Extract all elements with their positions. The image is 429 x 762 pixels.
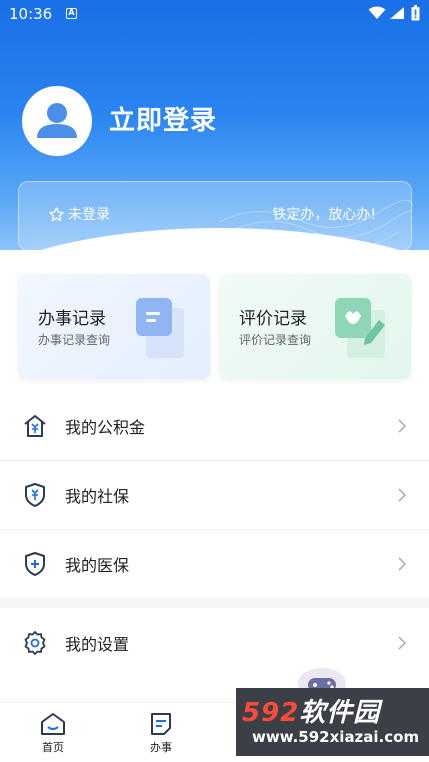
gear-icon	[24, 630, 46, 655]
menu-housing-fund-label: 我的公积金	[65, 417, 146, 437]
house-yuan-icon	[24, 414, 46, 437]
chevron-right-icon	[398, 418, 407, 433]
evaluation-record-subtitle: 评价记录查询	[239, 333, 312, 347]
avatar[interactable]	[22, 86, 92, 156]
evaluation-record-title: 评价记录	[239, 309, 307, 329]
notification-a-icon: A	[66, 8, 77, 19]
status-bar: 10:36 A	[0, 0, 429, 30]
shield-yuan-icon	[25, 482, 45, 507]
shield-plus-icon	[25, 551, 45, 576]
wifi-icon	[368, 6, 386, 19]
chevron-right-icon	[398, 556, 407, 571]
menu-housing-fund[interactable]: 我的公积金	[0, 391, 429, 460]
signal-icon	[390, 7, 404, 19]
menu-settings-label: 我的设置	[65, 634, 130, 654]
home-icon	[41, 713, 65, 735]
document-list-icon	[136, 298, 184, 358]
watermark-banner: 592软件园 www.592xiazai.com	[236, 688, 429, 756]
chevron-right-icon	[398, 635, 407, 650]
menu-medical-insurance[interactable]: 我的医保	[0, 529, 429, 598]
watermark-url: www.592xiazai.com	[252, 728, 420, 746]
evaluation-edit-icon	[335, 298, 385, 358]
menu-medical-insurance-label: 我的医保	[65, 555, 130, 575]
watermark-brand: 592软件园	[242, 692, 380, 729]
nav-services-label: 办事	[150, 741, 172, 754]
chevron-right-icon	[398, 487, 407, 502]
section-gap	[0, 598, 429, 608]
user-silhouette-icon	[37, 103, 77, 138]
watermark-brand-text: 软件园	[299, 698, 381, 728]
watermark-brand-number: 592	[242, 698, 300, 728]
nav-home[interactable]: 首页	[18, 711, 88, 755]
service-record-subtitle: 办事记录查询	[38, 333, 111, 347]
login-status-label: 未登录	[68, 207, 110, 223]
profile-header: 10:36 A 立即登录 未登录 铁定办，放心办!	[0, 0, 429, 250]
login-status: 未登录	[48, 204, 110, 224]
document-icon	[151, 713, 171, 735]
login-title[interactable]: 立即登录	[109, 100, 217, 137]
menu-social-security-label: 我的社保	[65, 486, 130, 506]
service-record-card[interactable]: 办事记录 办事记录查询	[18, 274, 210, 379]
status-time: 10:36	[9, 5, 53, 23]
star-icon	[49, 206, 64, 221]
menu-social-security[interactable]: 我的社保	[0, 460, 429, 529]
evaluation-record-card[interactable]: 评价记录 评价记录查询	[219, 274, 411, 379]
battery-icon	[411, 5, 420, 21]
nav-home-label: 首页	[42, 741, 64, 754]
slogan: 铁定办，放心办!	[272, 207, 376, 223]
menu-settings[interactable]: 我的设置	[0, 608, 429, 677]
service-record-title: 办事记录	[38, 309, 106, 329]
nav-services[interactable]: 办事	[126, 711, 196, 755]
